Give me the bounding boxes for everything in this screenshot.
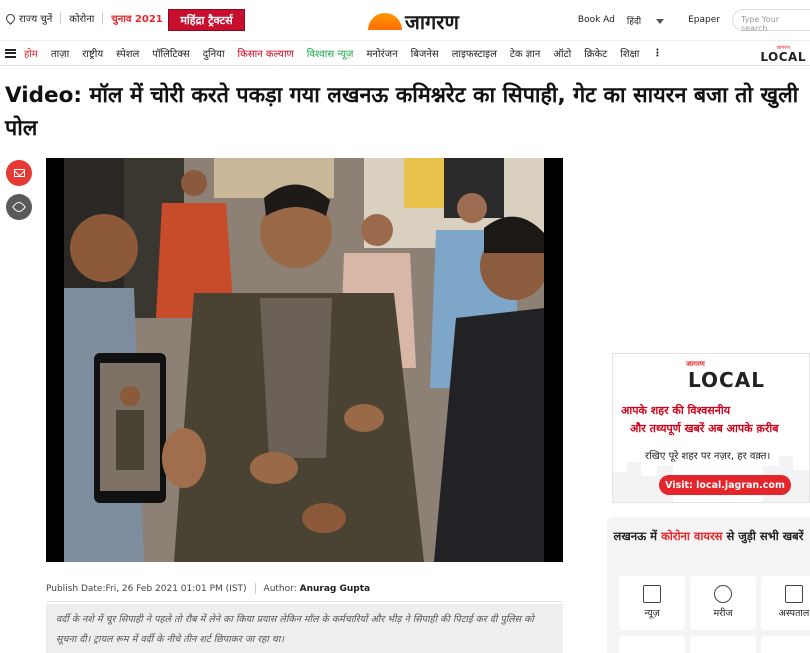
ad-local-logo: LOCAL (688, 368, 765, 392)
state-select[interactable]: राज्य चुनें (19, 11, 52, 25)
nav-item-kisan[interactable]: किसान कल्याण (238, 46, 294, 60)
logo-text: जागरण (405, 10, 459, 34)
nav-item-cricket[interactable]: क्रिकेट (584, 46, 607, 60)
corona-title-post: से जुड़ी सभी खबरें (726, 529, 804, 543)
nav-item-business[interactable]: बिजनेस (411, 46, 439, 60)
hospital-icon (785, 585, 803, 603)
jagran-local-ad[interactable]: जागरण LOCAL आपके शहर की विश्वसनीय और तथ्… (612, 353, 810, 503)
video-frame (64, 158, 544, 562)
ad-line-3: रखिए पूरे शहर पर नज़र, हर वक़्त। (645, 451, 771, 462)
share-tag-button[interactable] (6, 194, 32, 220)
epaper-link[interactable]: Epaper (688, 15, 720, 25)
sun-logo-icon (368, 13, 402, 30)
nav-item-entertainment[interactable]: मनोरंजन (366, 46, 397, 60)
tile-label: न्यूज़ (644, 608, 660, 619)
nav-item-politics[interactable]: पॉलिटिक्स (152, 46, 189, 60)
share-mail-button[interactable] (6, 160, 32, 186)
site-logo[interactable]: जागरण (368, 8, 459, 35)
more-menu-icon[interactable]: ⋮ (652, 48, 662, 59)
ad-visit-button[interactable]: Visit: local.jagran.com (659, 475, 791, 495)
author-name[interactable]: Anurag Gupta (300, 584, 370, 594)
corona-tile-patients[interactable]: मरीज (690, 576, 756, 630)
nav-item-special[interactable]: स्पेशल (116, 46, 139, 60)
divider (102, 12, 104, 24)
publish-date: Fri, 26 Feb 2021 01:01 PM (IST) (105, 583, 247, 594)
sponsor-banner[interactable]: महिंद्रा ट्रैक्टर्स (168, 9, 245, 31)
chevron-down-icon (656, 18, 665, 24)
ad-line-1: आपके शहर की विश्वसनीय (621, 404, 731, 417)
nav-item-education[interactable]: शिक्षा (620, 46, 639, 60)
news-icon (643, 585, 661, 603)
article-headline: Video: मॉल में चोरी करते पकड़ा गया लखनऊ … (5, 83, 799, 141)
nav-item-tech[interactable]: टेक ज्ञान (510, 46, 540, 60)
author-label: Author: (263, 583, 297, 594)
publish-date-label: Publish Date: (46, 583, 106, 594)
article-video[interactable] (46, 158, 563, 562)
tag-icon (11, 199, 27, 215)
local-logo-text: LOCAL (760, 50, 806, 64)
ad-line-2: और तथ्यपूर्ण खबरें अब आपके क़रीब (630, 422, 779, 435)
location-pin-icon (4, 11, 17, 25)
nav-item-vishvas[interactable]: विश्वास न्यूज़ (307, 46, 354, 60)
corona-title-red: कोरोना वायरस (661, 529, 723, 543)
language-label: हिंदी (626, 16, 642, 27)
tile-label: अस्पताल (778, 608, 810, 619)
tile-label: मरीज (713, 608, 733, 619)
video-still-illustration (64, 158, 544, 562)
nav-item-auto[interactable]: ऑटो (553, 46, 571, 60)
article-meta: Publish Date: Fri, 26 Feb 2021 01:01 PM … (46, 583, 370, 594)
main-nav: होम ताज़ा राष्ट्रीय स्पेशल पॉलिटिक्स दुन… (0, 40, 810, 66)
search-input[interactable]: Type Your search (732, 9, 810, 33)
corona-link[interactable]: कोरोना (69, 11, 94, 25)
article-summary: वर्दी के नशे में चूर सिपाही ने पहले तो र… (46, 604, 563, 653)
nav-item-lifestyle[interactable]: लाइफस्टाइल (452, 46, 497, 60)
corona-tile-news[interactable]: न्यूज़ (619, 576, 685, 630)
book-ad-link[interactable]: Book Ad (578, 15, 615, 25)
nav-item-home[interactable]: होम (24, 46, 38, 60)
language-select[interactable]: हिंदी (627, 14, 676, 27)
corona-tile-hospitals[interactable]: अस्पताल (761, 576, 810, 630)
jagran-local-logo[interactable]: जागरण LOCAL (760, 45, 806, 63)
corona-box-title: लखनऊ में कोरोना वायरस से जुड़ी सभी खबरें (607, 527, 810, 546)
nav-item-latest[interactable]: ताज़ा (51, 46, 69, 60)
election-link[interactable]: चुनाव 2021 (111, 11, 162, 25)
divider (254, 583, 256, 594)
patient-icon (714, 585, 732, 603)
corona-tile-row2[interactable] (761, 636, 810, 653)
divider (46, 601, 563, 602)
corona-news-box: लखनऊ में कोरोना वायरस से जुड़ी सभी खबरें… (607, 517, 810, 653)
top-bar: राज्य चुनें कोरोना चुनाव 2021 महिंद्रा ट… (0, 0, 810, 40)
nav-item-national[interactable]: राष्ट्रीय (82, 46, 103, 60)
mail-icon (13, 169, 25, 177)
divider (60, 12, 62, 24)
nav-item-world[interactable]: दुनिया (203, 46, 225, 60)
corona-tile-row2[interactable] (690, 636, 756, 653)
corona-title-pre: लखनऊ में (613, 529, 658, 543)
corona-tile-row2[interactable] (619, 636, 685, 653)
menu-icon[interactable] (5, 48, 16, 58)
